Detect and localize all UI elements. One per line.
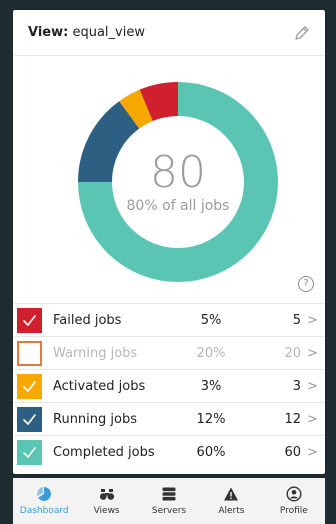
job-row-count: 3	[292, 378, 301, 394]
chevron-right-icon: >	[307, 312, 318, 328]
chevron-right-icon: >	[307, 411, 318, 427]
job-row-label: Activated jobs	[53, 378, 146, 394]
donut-slice-failed-jobs[interactable]	[139, 82, 179, 122]
nav-servers[interactable]: Servers	[138, 478, 200, 524]
chevron-right-icon: >	[307, 345, 318, 361]
job-row-label: Completed jobs	[53, 445, 155, 460]
nav-alerts[interactable]: Alerts	[200, 478, 262, 524]
check-icon	[17, 307, 42, 333]
nav-views[interactable]: Views	[75, 478, 137, 524]
nav-label: Dashboard	[19, 506, 69, 516]
empty-box-icon	[17, 340, 42, 366]
check-icon	[17, 373, 42, 399]
view-name: equal_view	[72, 25, 145, 40]
job-row-failed-jobs[interactable]: Failed jobs 5% 5 >	[13, 304, 325, 337]
donut-slice-activated-jobs[interactable]	[119, 89, 154, 129]
chevron-right-icon: >	[307, 445, 318, 460]
job-row-count: 12	[284, 411, 301, 427]
job-row-count: 60	[284, 445, 301, 460]
help-icon[interactable]: ?	[298, 276, 314, 292]
warning-triangle-icon	[223, 486, 239, 502]
chevron-right-icon: >	[307, 378, 318, 394]
job-row-percent: 20%	[196, 345, 226, 361]
binoculars-icon	[99, 486, 115, 502]
nav-label: Servers	[151, 506, 187, 516]
job-row-running-jobs[interactable]: Running jobs 12% 12 >	[13, 403, 325, 436]
job-row-percent: 5%	[200, 312, 222, 328]
dashboard-card: View: equal_view 80 80% of all jobs ? Fa…	[13, 10, 325, 474]
donut-slice-running-jobs[interactable]	[78, 101, 140, 183]
pencil-icon[interactable]	[293, 24, 311, 42]
nav-label: Views	[93, 506, 120, 516]
job-row-warning-jobs[interactable]: Warning jobs 20% 20 >	[13, 337, 325, 370]
job-status-list: Failed jobs 5% 5 > Warning jobs 20% 20 > Activat…	[13, 304, 325, 469]
job-row-percent: 12%	[196, 411, 226, 427]
job-row-label: Failed jobs	[53, 312, 122, 328]
job-row-percent: 60%	[196, 445, 226, 460]
job-row-completed-jobs[interactable]: Completed jobs 60% 60 >	[13, 436, 325, 469]
job-row-label: Running jobs	[53, 411, 137, 427]
dashboard-pie-icon	[36, 486, 52, 502]
server-stack-icon	[161, 486, 177, 502]
nav-label: Alerts	[218, 506, 245, 516]
job-row-count: 20	[284, 345, 301, 361]
check-icon	[17, 406, 42, 432]
job-row-label: Warning jobs	[53, 345, 138, 361]
nav-profile[interactable]: Profile	[263, 478, 325, 524]
bottom-navigation: Dashboard Views Servers Alerts Profile	[13, 478, 325, 524]
nav-label: Profile	[279, 506, 308, 516]
chart-area: 80 80% of all jobs ?	[13, 56, 325, 304]
job-row-activated-jobs[interactable]: Activated jobs 3% 3 >	[13, 370, 325, 403]
user-circle-icon	[286, 486, 302, 502]
job-row-percent: 3%	[200, 378, 222, 394]
donut-chart[interactable]: 80 80% of all jobs	[78, 82, 278, 282]
view-title: View: equal_view	[28, 25, 145, 40]
nav-dashboard[interactable]: Dashboard	[13, 478, 75, 524]
view-header: View: equal_view	[13, 10, 325, 56]
job-row-count: 5	[292, 312, 301, 328]
check-icon	[17, 440, 42, 465]
view-label: View:	[28, 25, 69, 40]
